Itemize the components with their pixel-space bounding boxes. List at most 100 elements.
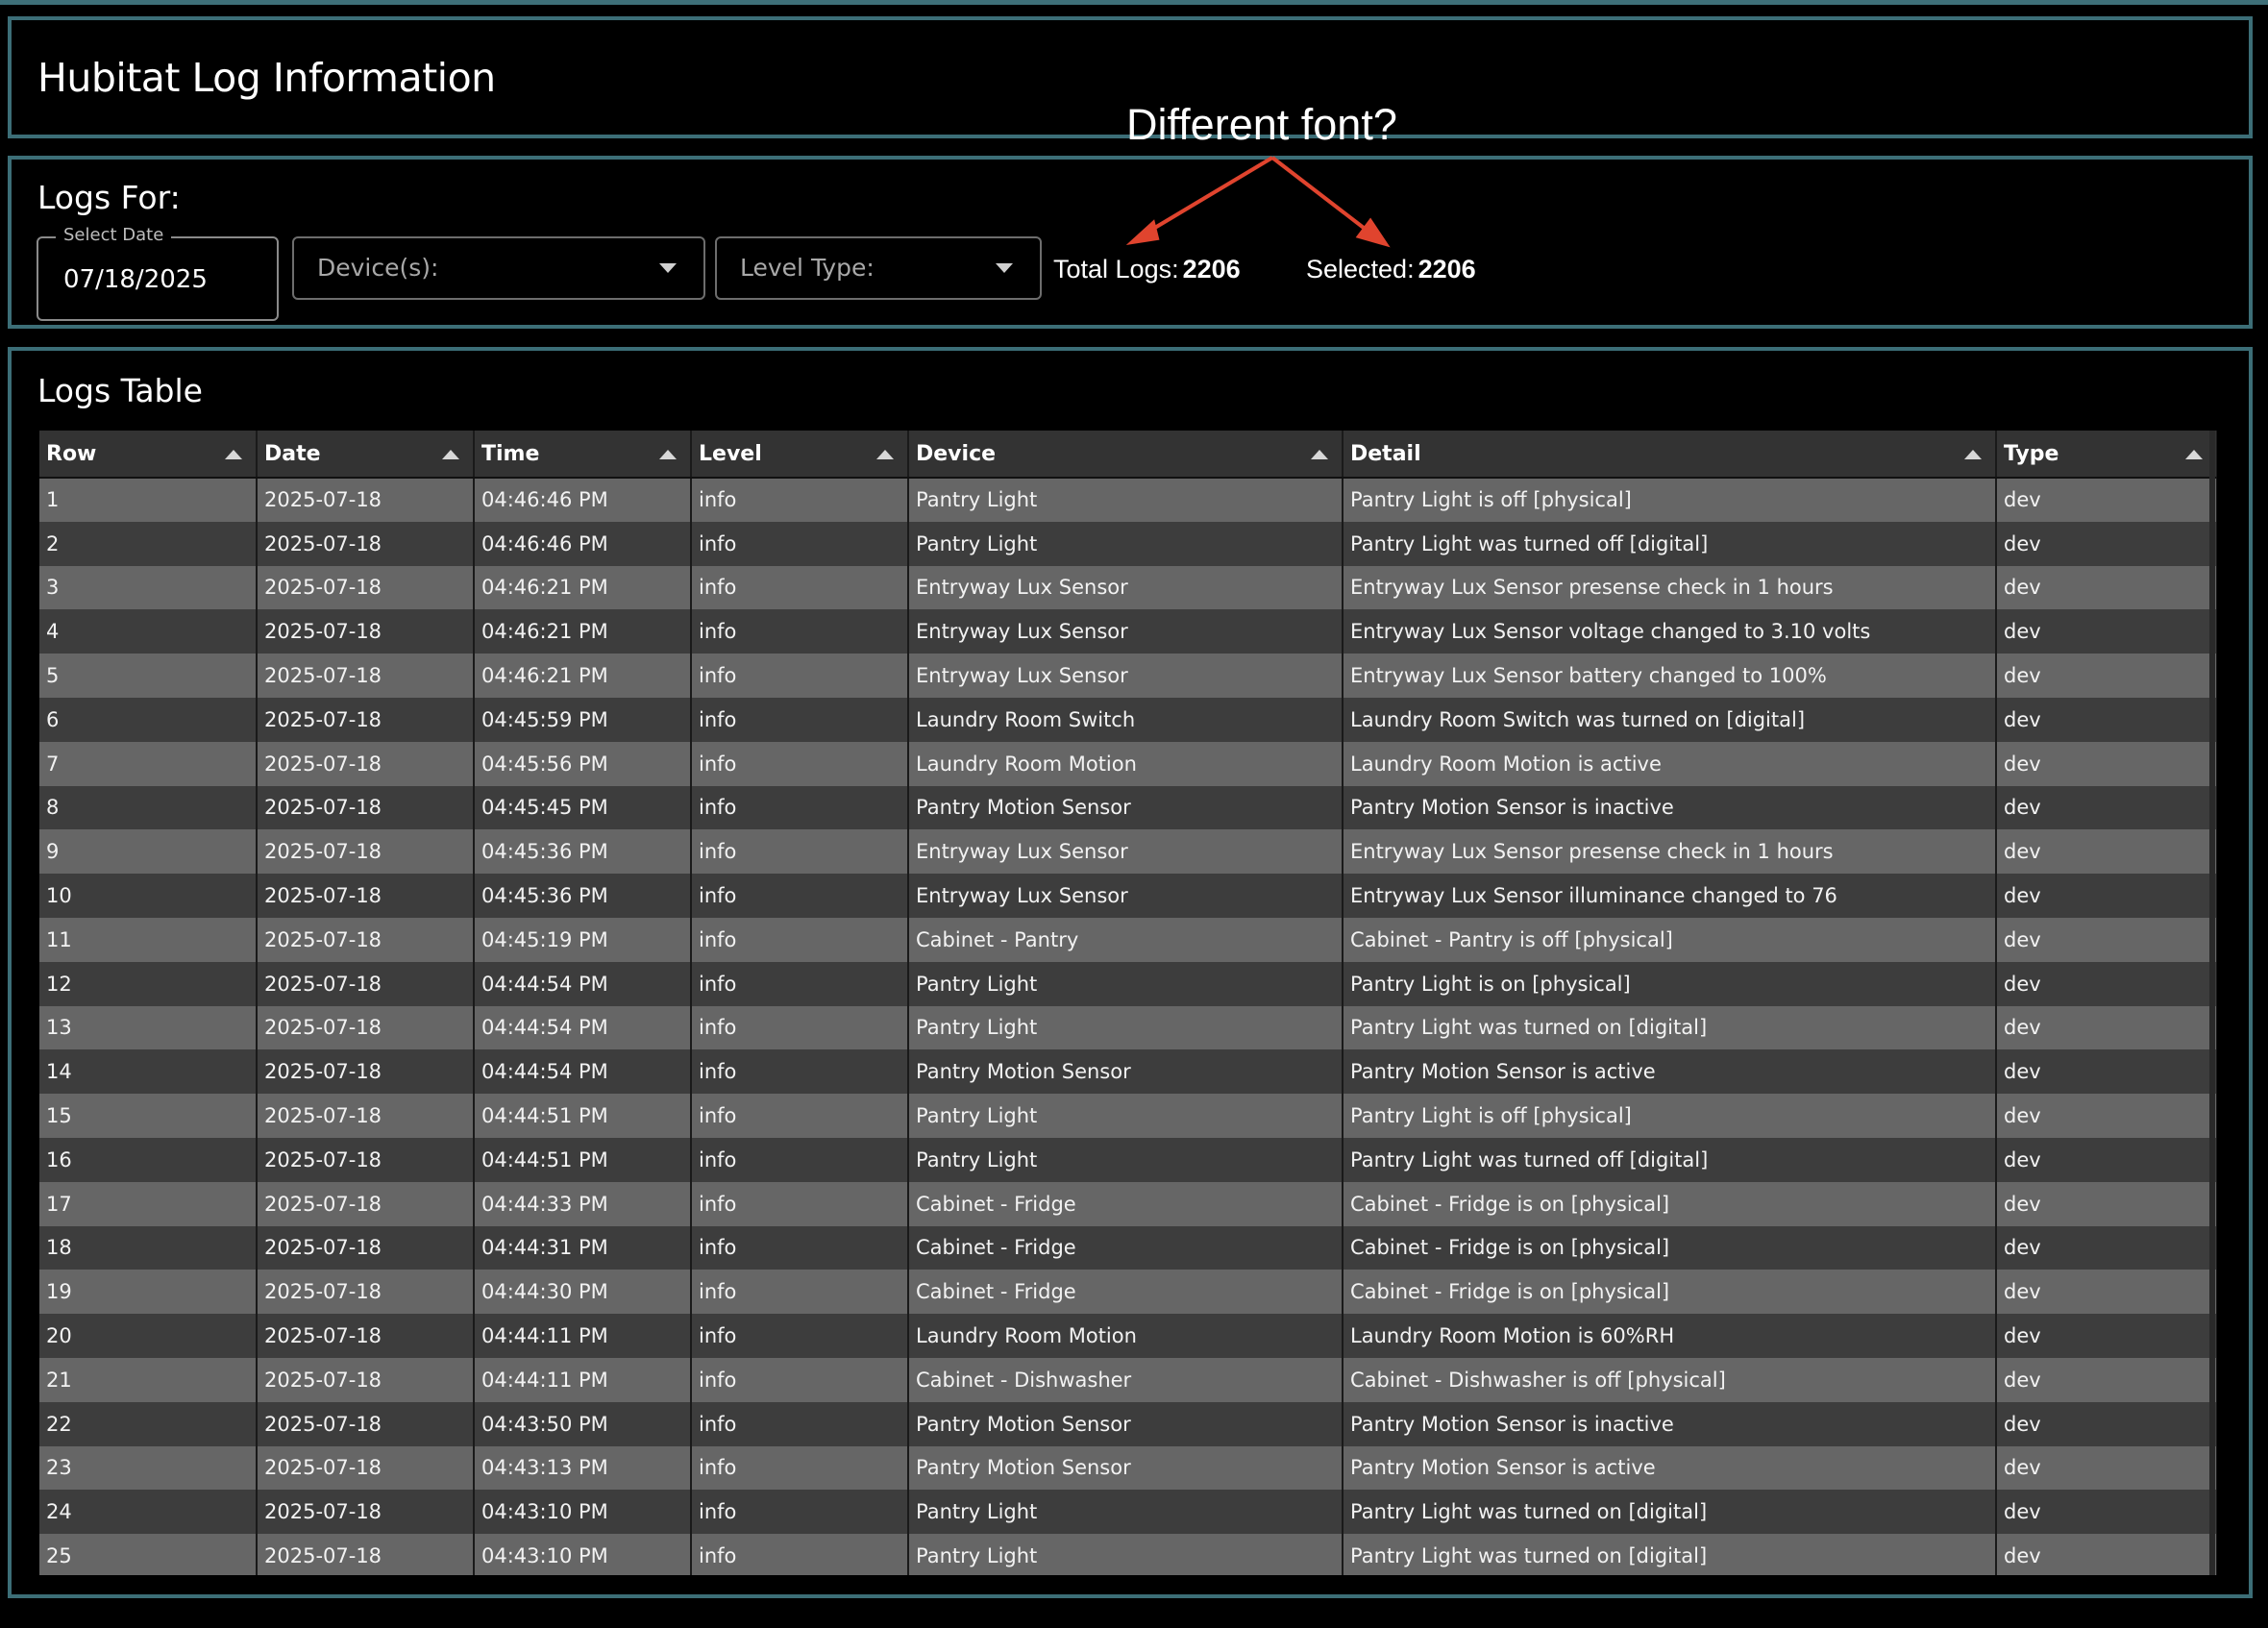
sort-ascending-icon[interactable] (442, 450, 459, 459)
cell-detail: Cabinet - Dishwasher is off [physical] (1343, 1357, 1997, 1402)
cell-row: 11 (39, 917, 258, 962)
cell-type: dev (1996, 874, 2217, 918)
table-row[interactable]: 3 2025-07-18 04:46:21 PM info Entryway Lux S… (39, 565, 2217, 610)
cell-device: Pantry Motion Sensor (908, 1445, 1344, 1491)
cell-type: dev (1996, 961, 2217, 1006)
table-row[interactable]: 13 2025-07-18 04:44:54 PM info Pantry Light P… (39, 1005, 2217, 1050)
date-picker-value[interactable]: 07/18/2025 (63, 265, 208, 294)
column-header-detail[interactable]: Detail (1343, 431, 1997, 479)
column-header-type[interactable]: Type (1996, 431, 2217, 479)
table-row[interactable]: 20 2025-07-18 04:44:11 PM info Laundry Room … (39, 1314, 2217, 1358)
cell-level: info (691, 1049, 909, 1095)
cell-row: 17 (39, 1181, 258, 1226)
table-row[interactable]: 24 2025-07-18 04:43:10 PM info Pantry Light P… (39, 1490, 2217, 1535)
sort-ascending-icon[interactable] (2185, 450, 2203, 459)
cell-device: Entryway Lux Sensor (908, 874, 1344, 918)
cell-type: dev (1996, 1225, 2217, 1270)
sort-ascending-icon[interactable] (876, 450, 894, 459)
cell-time: 04:44:54 PM (474, 961, 692, 1006)
cell-level: info (691, 1401, 909, 1446)
table-row[interactable]: 23 2025-07-18 04:43:13 PM info Pantry Motion… (39, 1445, 2217, 1491)
cell-level: info (691, 521, 909, 566)
cell-row: 25 (39, 1534, 258, 1575)
table-row[interactable]: 11 2025-07-18 04:45:19 PM info Cabinet - Pan… (39, 917, 2217, 962)
cell-level: info (691, 1357, 909, 1402)
table-row[interactable]: 12 2025-07-18 04:44:54 PM info Pantry Light P… (39, 961, 2217, 1006)
table-row[interactable]: 15 2025-07-18 04:44:51 PM info Pantry Light P… (39, 1094, 2217, 1138)
cell-date: 2025-07-18 (257, 1445, 475, 1491)
column-header-device[interactable]: Device (908, 431, 1344, 479)
table-row[interactable]: 19 2025-07-18 04:44:30 PM info Cabinet - Fri… (39, 1270, 2217, 1315)
selected-logs-label: Selected: (1306, 255, 1415, 284)
chevron-down-icon[interactable] (996, 263, 1013, 273)
cell-date: 2025-07-18 (257, 697, 475, 742)
selected-logs-count: 2206 (1418, 255, 1476, 284)
cell-device: Pantry Light (908, 1005, 1344, 1050)
cell-device: Pantry Motion Sensor (908, 785, 1344, 830)
cell-time: 04:44:11 PM (474, 1314, 692, 1358)
date-picker-field[interactable]: Select Date 07/18/2025 (37, 225, 279, 321)
table-row[interactable]: 14 2025-07-18 04:44:54 PM info Pantry Motion… (39, 1049, 2217, 1095)
cell-detail: Entryway Lux Sensor battery changed to 1… (1343, 654, 1997, 698)
sort-ascending-icon[interactable] (659, 450, 677, 459)
column-header-label: Type (2004, 441, 2059, 466)
cell-date: 2025-07-18 (257, 1534, 475, 1575)
table-header-row: Row Date Time Level Device Detail Type (39, 431, 2217, 479)
cell-row: 4 (39, 609, 258, 654)
cell-row: 3 (39, 565, 258, 610)
column-header-row[interactable]: Row (39, 431, 258, 479)
cell-time: 04:45:19 PM (474, 917, 692, 962)
cell-time: 04:44:33 PM (474, 1181, 692, 1226)
table-row[interactable]: 2 2025-07-18 04:46:46 PM info Pantry Light Pa… (39, 521, 2217, 566)
sort-ascending-icon[interactable] (225, 450, 242, 459)
table-scrollbar[interactable] (2209, 431, 2215, 1575)
cell-row: 20 (39, 1314, 258, 1358)
cell-level: info (691, 1137, 909, 1182)
cell-row: 5 (39, 654, 258, 698)
cell-detail: Pantry Light was turned on [digital] (1343, 1005, 1997, 1050)
cell-detail: Entryway Lux Sensor presense check in 1 … (1343, 565, 1997, 610)
sort-ascending-icon[interactable] (1964, 450, 1982, 459)
cell-time: 04:44:51 PM (474, 1137, 692, 1182)
cell-time: 04:46:21 PM (474, 609, 692, 654)
cell-date: 2025-07-18 (257, 961, 475, 1006)
cell-date: 2025-07-18 (257, 1401, 475, 1446)
chevron-down-icon[interactable] (659, 263, 677, 273)
logs-table-container[interactable]: Row Date Time Level Device Detail Type 1 2025-0… (39, 431, 2217, 1575)
cell-device: Entryway Lux Sensor (908, 565, 1344, 610)
cell-level: info (691, 917, 909, 962)
devices-select[interactable]: Device(s): (292, 236, 705, 300)
cell-level: info (691, 1181, 909, 1226)
table-row[interactable]: 21 2025-07-18 04:44:11 PM info Cabinet - Dis… (39, 1357, 2217, 1402)
column-header-date[interactable]: Date (257, 431, 475, 479)
table-row[interactable]: 7 2025-07-18 04:45:56 PM info Laundry Room M… (39, 741, 2217, 786)
cell-type: dev (1996, 1401, 2217, 1446)
cell-type: dev (1996, 1270, 2217, 1315)
table-row[interactable]: 18 2025-07-18 04:44:31 PM info Cabinet - Fri… (39, 1225, 2217, 1270)
cell-level: info (691, 874, 909, 918)
table-row[interactable]: 17 2025-07-18 04:44:33 PM info Cabinet - Fri… (39, 1181, 2217, 1226)
cell-detail: Pantry Light is off [physical] (1343, 1094, 1997, 1138)
column-header-level[interactable]: Level (691, 431, 909, 479)
table-row[interactable]: 16 2025-07-18 04:44:51 PM info Pantry Light P… (39, 1137, 2217, 1182)
cell-date: 2025-07-18 (257, 565, 475, 610)
sort-ascending-icon[interactable] (1311, 450, 1328, 459)
table-row[interactable]: 9 2025-07-18 04:45:36 PM info Entryway Lux S… (39, 829, 2217, 875)
table-row[interactable]: 4 2025-07-18 04:46:21 PM info Entryway Lux S… (39, 609, 2217, 654)
table-row[interactable]: 8 2025-07-18 04:45:45 PM info Pantry Motion … (39, 785, 2217, 830)
column-header-time[interactable]: Time (474, 431, 692, 479)
cell-date: 2025-07-18 (257, 654, 475, 698)
cell-row: 13 (39, 1005, 258, 1050)
cell-detail: Cabinet - Fridge is on [physical] (1343, 1181, 1997, 1226)
table-row[interactable]: 22 2025-07-18 04:43:50 PM info Pantry Motion… (39, 1401, 2217, 1446)
cell-row: 24 (39, 1490, 258, 1535)
table-row[interactable]: 6 2025-07-18 04:45:59 PM info Laundry Room S… (39, 697, 2217, 742)
cell-device: Cabinet - Pantry (908, 917, 1344, 962)
cell-row: 1 (39, 478, 258, 522)
table-row[interactable]: 5 2025-07-18 04:46:21 PM info Entryway Lux S… (39, 654, 2217, 698)
level-type-select[interactable]: Level Type: (715, 236, 1042, 300)
table-row[interactable]: 25 2025-07-18 04:43:10 PM info Pantry Light P… (39, 1534, 2217, 1575)
table-row[interactable]: 1 2025-07-18 04:46:46 PM info Pantry Light Pa… (39, 478, 2217, 522)
cell-time: 04:43:13 PM (474, 1445, 692, 1491)
table-row[interactable]: 10 2025-07-18 04:45:36 PM info Entryway Lux … (39, 874, 2217, 918)
